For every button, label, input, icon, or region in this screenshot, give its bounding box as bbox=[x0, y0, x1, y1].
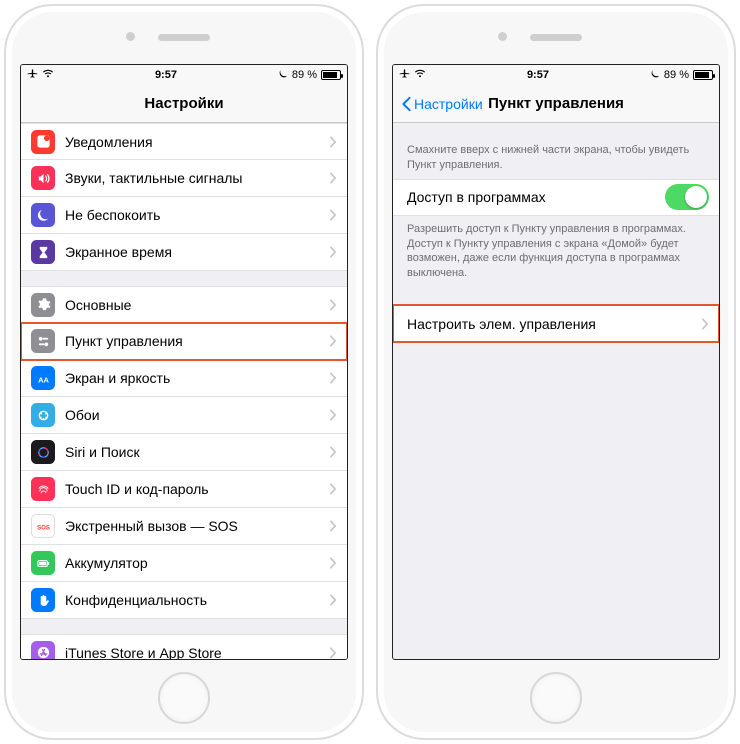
svg-text:AA: AA bbox=[38, 375, 49, 384]
settings-row-itunes[interactable]: iTunes Store и App Store bbox=[21, 634, 347, 659]
sounds-icon bbox=[31, 166, 55, 190]
status-time: 9:57 bbox=[527, 69, 549, 81]
svg-text:SOS: SOS bbox=[37, 524, 50, 531]
appstore-icon bbox=[31, 641, 55, 660]
row-label: Не беспокоить bbox=[65, 207, 329, 223]
phone-left: 9:57 89 % Настройки Уведомления Звуки, та… bbox=[4, 4, 364, 740]
dnd-moon-icon bbox=[278, 69, 288, 82]
row-label: Пункт управления bbox=[65, 333, 329, 349]
customize-label: Настроить элем. управления bbox=[407, 316, 701, 332]
row-label: Экранное время bbox=[65, 244, 329, 260]
settings-row-privacy[interactable]: Конфиденциальность bbox=[21, 582, 347, 619]
battery-icon bbox=[31, 551, 55, 575]
chevron-right-icon bbox=[329, 483, 337, 495]
chevron-right-icon bbox=[329, 136, 337, 148]
chevron-right-icon bbox=[329, 299, 337, 311]
chevron-right-icon bbox=[329, 335, 337, 347]
chevron-right-icon bbox=[329, 594, 337, 606]
settings-row-sounds[interactable]: Звуки, тактильные сигналы bbox=[21, 160, 347, 197]
intro-text: Смахните вверх с нижней части экрана, чт… bbox=[393, 123, 719, 179]
back-button[interactable]: Настройки bbox=[397, 85, 487, 122]
chevron-right-icon bbox=[329, 372, 337, 384]
home-button[interactable] bbox=[158, 672, 210, 724]
row-label: Аккумулятор bbox=[65, 555, 329, 571]
wifi-icon bbox=[42, 69, 54, 81]
hand-icon bbox=[31, 588, 55, 612]
navbar: Настройки bbox=[21, 85, 347, 123]
settings-row-general[interactable]: Основные bbox=[21, 286, 347, 323]
chevron-right-icon bbox=[329, 409, 337, 421]
home-button[interactable] bbox=[530, 672, 582, 724]
notifications-icon bbox=[31, 130, 55, 154]
chevron-right-icon bbox=[329, 647, 337, 659]
chevron-right-icon bbox=[329, 246, 337, 258]
row-label: iTunes Store и App Store bbox=[65, 645, 329, 660]
back-label: Настройки bbox=[414, 96, 483, 112]
row-label: Siri и Поиск bbox=[65, 444, 329, 460]
moon-icon bbox=[31, 203, 55, 227]
wifi-icon bbox=[414, 69, 426, 81]
row-label: Звуки, тактильные сигналы bbox=[65, 170, 329, 186]
hourglass-icon bbox=[31, 240, 55, 264]
camera-dot bbox=[498, 32, 507, 41]
status-bar: 9:57 89 % bbox=[393, 65, 719, 85]
battery-pct: 89 % bbox=[664, 69, 689, 81]
row-label: Экстренный вызов — SOS bbox=[65, 518, 329, 534]
chevron-right-icon bbox=[329, 557, 337, 569]
airplane-icon bbox=[399, 68, 410, 82]
settings-row-touch-id[interactable]: Touch ID и код-пароль bbox=[21, 471, 347, 508]
chevron-right-icon bbox=[329, 520, 337, 532]
chevron-right-icon bbox=[701, 318, 709, 330]
screen-left: 9:57 89 % Настройки Уведомления Звуки, та… bbox=[20, 64, 348, 660]
settings-row-dnd[interactable]: Не беспокоить bbox=[21, 197, 347, 234]
row-label: Конфиденциальность bbox=[65, 592, 329, 608]
row-label: Основные bbox=[65, 297, 329, 313]
customize-controls-row[interactable]: Настроить элем. управления bbox=[393, 305, 719, 342]
airplane-icon bbox=[27, 68, 38, 82]
wallpaper-icon bbox=[31, 403, 55, 427]
status-bar: 9:57 89 % bbox=[21, 65, 347, 85]
phone-right: 9:57 89 % Настройки Пункт управления Сма… bbox=[376, 4, 736, 740]
chevron-right-icon bbox=[329, 209, 337, 221]
battery-pct: 89 % bbox=[292, 69, 317, 81]
row-label: Touch ID и код-пароль bbox=[65, 481, 329, 497]
row-label: Уведомления bbox=[65, 134, 329, 150]
screen-right: 9:57 89 % Настройки Пункт управления Сма… bbox=[392, 64, 720, 660]
sos-icon: SOS bbox=[31, 514, 55, 538]
battery-icon bbox=[321, 70, 341, 80]
camera-dot bbox=[126, 32, 135, 41]
access-label: Доступ в программах bbox=[407, 189, 665, 205]
dnd-moon-icon bbox=[650, 69, 660, 82]
settings-row-wallpaper[interactable]: Обои bbox=[21, 397, 347, 434]
switches-icon bbox=[31, 329, 55, 353]
speaker-slot bbox=[530, 34, 582, 41]
chevron-right-icon bbox=[329, 446, 337, 458]
battery-icon bbox=[693, 70, 713, 80]
siri-icon bbox=[31, 440, 55, 464]
settings-row-siri[interactable]: Siri и Поиск bbox=[21, 434, 347, 471]
navbar: Настройки Пункт управления bbox=[393, 85, 719, 123]
settings-row-screen-time[interactable]: Экранное время bbox=[21, 234, 347, 271]
speaker-slot bbox=[158, 34, 210, 41]
access-footer: Разрешить доступ к Пункту управления в п… bbox=[393, 216, 719, 287]
row-label: Экран и яркость bbox=[65, 370, 329, 386]
fingerprint-icon bbox=[31, 477, 55, 501]
row-label: Обои bbox=[65, 407, 329, 423]
settings-row-display[interactable]: AA Экран и яркость bbox=[21, 360, 347, 397]
settings-row-notifications[interactable]: Уведомления bbox=[21, 123, 347, 160]
settings-row-control-center[interactable]: Пункт управления bbox=[21, 323, 347, 360]
settings-row-sos[interactable]: SOS Экстренный вызов — SOS bbox=[21, 508, 347, 545]
status-time: 9:57 bbox=[155, 69, 177, 81]
page-title: Настройки bbox=[144, 95, 223, 112]
chevron-right-icon bbox=[329, 172, 337, 184]
settings-list[interactable]: Уведомления Звуки, тактильные сигналы Не б… bbox=[21, 123, 347, 659]
gear-icon bbox=[31, 293, 55, 317]
control-center-settings: Смахните вверх с нижней части экрана, чт… bbox=[393, 123, 719, 659]
access-toggle[interactable] bbox=[665, 184, 709, 210]
page-title: Пункт управления bbox=[488, 95, 624, 112]
access-in-apps-row[interactable]: Доступ в программах bbox=[393, 179, 719, 216]
display-icon: AA bbox=[31, 366, 55, 390]
settings-row-battery[interactable]: Аккумулятор bbox=[21, 545, 347, 582]
